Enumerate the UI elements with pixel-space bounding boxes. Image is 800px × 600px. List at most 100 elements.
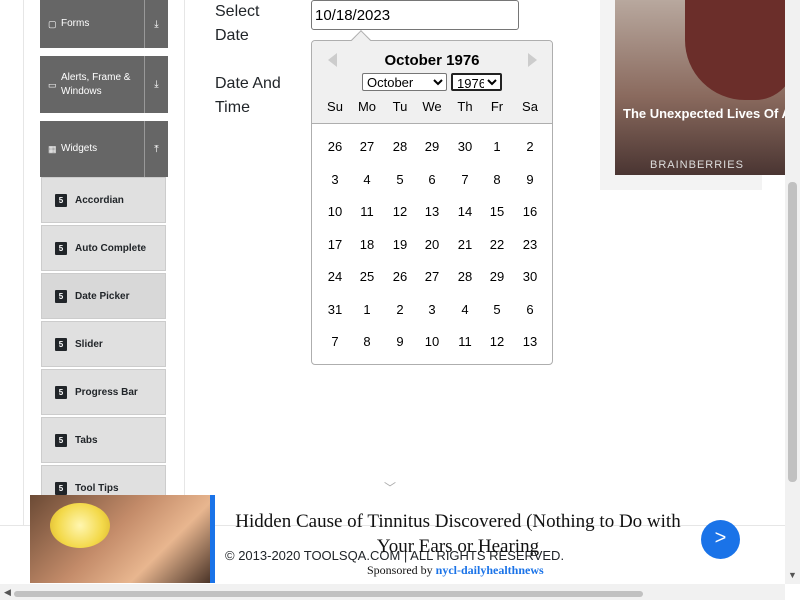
day-cell[interactable]: 12 [385, 200, 415, 224]
expand-icon[interactable]: ⤓ [144, 56, 168, 113]
day-cell[interactable]: 7 [450, 168, 480, 192]
day-cell[interactable]: 29 [482, 265, 512, 289]
vertical-scrollbar[interactable]: ▼ [785, 0, 800, 584]
day-cell[interactable]: 19 [385, 233, 415, 257]
sidebar-item-label: Accordian [75, 194, 124, 206]
day-cell[interactable]: 8 [352, 330, 382, 354]
day-cell[interactable]: 21 [450, 233, 480, 257]
html5-icon: 5 [55, 433, 67, 447]
day-cell[interactable]: 4 [450, 298, 480, 322]
day-cell[interactable]: 6 [515, 298, 545, 322]
day-cell[interactable]: 2 [515, 135, 545, 159]
sidebar-item-accordian[interactable]: 5 Accordian [41, 177, 166, 223]
day-cell[interactable]: 11 [352, 200, 382, 224]
day-cell[interactable]: 27 [417, 265, 447, 289]
datepicker-popup: October 1976 October 1976 Su Mo Tu We Th Fr Sa… [311, 30, 553, 365]
day-cell[interactable]: 25 [352, 265, 382, 289]
sidebar-group-label: Widgets [61, 143, 98, 154]
day-cell[interactable]: 30 [450, 135, 480, 159]
chevron-down-icon: ﹀ [384, 481, 397, 495]
select-date-input[interactable] [311, 0, 519, 30]
day-cell[interactable]: 16 [515, 200, 545, 224]
lemon-image [50, 503, 110, 548]
day-cell[interactable]: 26 [385, 265, 415, 289]
year-select[interactable]: 1976 [451, 73, 502, 91]
next-month-icon[interactable] [528, 53, 537, 67]
sidebar-item-label: Slider [75, 338, 103, 350]
day-cell[interactable]: 29 [417, 135, 447, 159]
day-cell[interactable]: 23 [515, 233, 545, 257]
day-cell[interactable]: 1 [482, 135, 512, 159]
day-cell[interactable]: 12 [482, 330, 512, 354]
select-date-label: Select Date [215, 3, 260, 44]
ad-next-button[interactable]: > [701, 520, 740, 559]
day-cell[interactable]: 17 [320, 233, 350, 257]
day-cell[interactable]: 15 [482, 200, 512, 224]
day-cell[interactable]: 11 [450, 330, 480, 354]
day-cell[interactable]: 27 [352, 135, 382, 159]
ad-photo[interactable] [30, 495, 210, 583]
scroll-down-icon[interactable]: ▼ [788, 570, 797, 580]
ad-brand: BRAINBERRIES [650, 159, 744, 171]
day-cell[interactable]: 10 [417, 330, 447, 354]
sponsor-link[interactable]: nycl-dailyhealthnews [436, 563, 544, 577]
day-cell[interactable]: 6 [417, 168, 447, 192]
ad-right[interactable]: The Unexpected Lives Of Actors Who Left … [600, 0, 800, 190]
day-cell[interactable]: 30 [515, 265, 545, 289]
day-cell[interactable]: 18 [352, 233, 382, 257]
day-cell[interactable]: 28 [450, 265, 480, 289]
sidebar-item-tabs[interactable]: 5 Tabs [41, 417, 166, 463]
html5-icon: 5 [55, 289, 67, 303]
sidebar-item-slider[interactable]: 5 Slider [41, 321, 166, 367]
weekday-label: Fr [490, 99, 504, 114]
day-cell[interactable]: 1 [352, 298, 382, 322]
sidebar-item-auto-complete[interactable]: 5 Auto Complete [41, 225, 166, 271]
day-cell[interactable]: 28 [385, 135, 415, 159]
collapse-icon[interactable]: ⤒ [144, 121, 168, 177]
weekday-label: Su [327, 99, 343, 114]
sidebar-item-progress-bar[interactable]: 5 Progress Bar [41, 369, 166, 415]
day-cell[interactable]: 3 [320, 168, 350, 192]
sidebar-item-label: Tool Tips [75, 482, 119, 494]
sidebar-group-widgets[interactable]: ▦ Widgets ⤒ [40, 121, 168, 177]
ad-banner-bottom[interactable]: Hidden Cause of Tinnitus Discovered (Not… [30, 495, 785, 583]
day-cell[interactable]: 2 [385, 298, 415, 322]
day-cell[interactable]: 5 [385, 168, 415, 192]
ad-image[interactable]: The Unexpected Lives Of Actors Who Left … [615, 0, 800, 175]
day-cell[interactable]: 31 [320, 298, 350, 322]
day-cell[interactable]: 8 [482, 168, 512, 192]
day-cell[interactable]: 13 [515, 330, 545, 354]
current-month: October 1976 [384, 52, 480, 69]
scroll-left-icon[interactable]: ◀ [4, 587, 11, 598]
html5-icon: 5 [55, 385, 67, 399]
month-select[interactable]: October [362, 73, 447, 91]
sidebar-group-alerts[interactable]: ▭ Alerts, Frame & Windows ⤓ [40, 56, 168, 113]
scrollbar-thumb[interactable] [788, 182, 797, 482]
day-cell[interactable]: 24 [320, 265, 350, 289]
ad-title[interactable]: The Unexpected Lives Of Actors Who Left … [623, 106, 800, 122]
horizontal-scrollbar[interactable]: ◀ [0, 584, 785, 600]
day-cell[interactable]: 9 [385, 330, 415, 354]
scrollbar-thumb[interactable] [14, 591, 643, 597]
day-cell[interactable]: 9 [515, 168, 545, 192]
weekday-label: Mo [357, 99, 377, 114]
day-cell[interactable]: 5 [482, 298, 512, 322]
day-cell[interactable]: 14 [450, 200, 480, 224]
ad-headline[interactable]: Hidden Cause of Tinnitus Discovered (Not… [228, 509, 688, 559]
day-cell[interactable]: 13 [417, 200, 447, 224]
day-cell[interactable]: 4 [352, 168, 382, 192]
weekday-label: We [422, 99, 442, 114]
expand-icon[interactable]: ⤓ [144, 0, 168, 48]
sidebar-group-forms[interactable]: ▢ Forms ⤓ [40, 0, 168, 48]
day-cell[interactable]: 20 [417, 233, 447, 257]
day-cell[interactable]: 10 [320, 200, 350, 224]
html5-icon: 5 [55, 241, 67, 255]
sidebar-item-date-picker[interactable]: 5 Date Picker [41, 273, 166, 319]
date-and-time-label: Date And Time [215, 75, 281, 116]
sidebar-item-label: Auto Complete [75, 242, 147, 254]
day-cell[interactable]: 22 [482, 233, 512, 257]
day-cell[interactable]: 7 [320, 330, 350, 354]
day-cell[interactable]: 26 [320, 135, 350, 159]
html5-icon: 5 [55, 481, 67, 495]
day-cell[interactable]: 3 [417, 298, 447, 322]
